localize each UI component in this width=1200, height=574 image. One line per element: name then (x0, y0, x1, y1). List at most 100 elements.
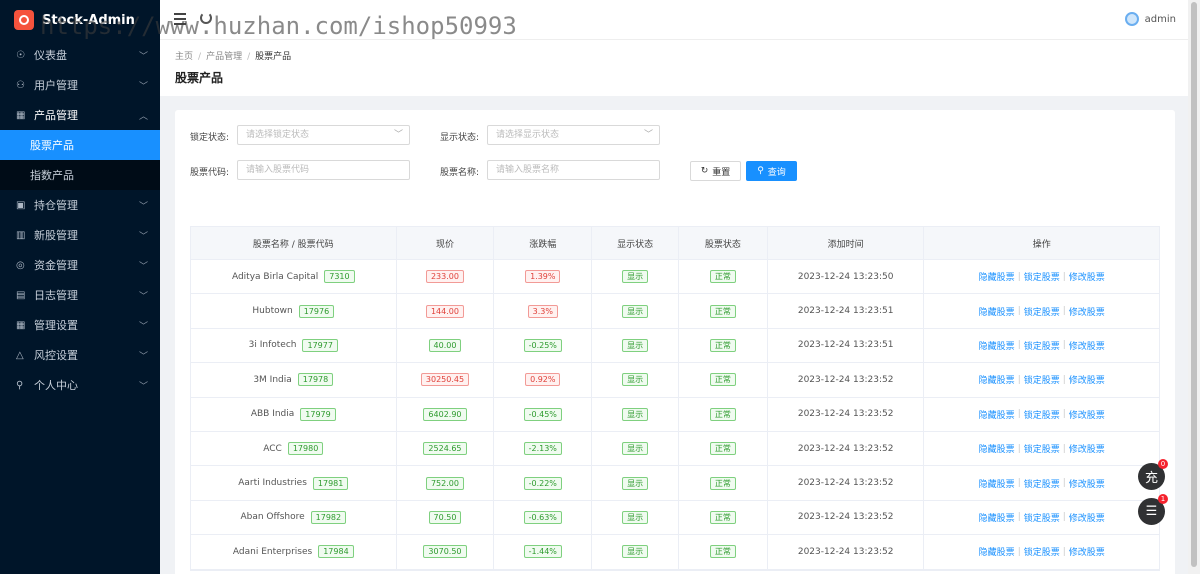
sidebar-item-risk[interactable]: △ 风控设置 ﹀ (0, 340, 160, 370)
user-menu[interactable]: admin (1124, 12, 1176, 26)
price-cell: 40.00 (397, 328, 495, 363)
actions-cell: 隐藏股票 | 锁定股票 | 修改股票 (978, 270, 1105, 284)
sidebar-item-label: 用户管理 (34, 79, 78, 92)
lock-stock-link[interactable]: 锁定股票 (1024, 373, 1060, 386)
added-time-cell: 2023-12-24 13:23:52 (768, 431, 925, 466)
show-status-cell: 显示 (592, 260, 679, 294)
lock-stock-link[interactable]: 锁定股票 (1024, 339, 1060, 352)
query-button[interactable]: ⚲ 查询 (746, 161, 797, 181)
refresh-icon: ↻ (700, 166, 709, 176)
lock-status-placeholder: 请选择锁定状态 (246, 130, 310, 140)
hide-stock-link[interactable]: 隐藏股票 (979, 339, 1015, 352)
added-time-cell: 2023-12-24 13:23:52 (768, 500, 925, 535)
stock-name-cell: ACC 17980 (191, 431, 397, 466)
sidebar-item-logs[interactable]: ▤ 日志管理 ﹀ (0, 280, 160, 310)
edit-stock-link[interactable]: 修改股票 (1069, 511, 1105, 524)
reset-button[interactable]: ↻ 重置 (690, 161, 741, 181)
hide-stock-link[interactable]: 隐藏股票 (979, 477, 1015, 490)
edit-stock-link[interactable]: 修改股票 (1069, 305, 1105, 318)
sidebar-item-profile[interactable]: ⚲ 个人中心 ﹀ (0, 370, 160, 400)
profile-icon: ⚲ (16, 379, 24, 391)
hide-stock-link[interactable]: 隐藏股票 (979, 408, 1015, 421)
stock-name-cell: Aditya Birla Capital 7310 (191, 260, 397, 294)
price-tag: 233.00 (425, 270, 464, 284)
change-cell: 1.39% (494, 260, 593, 294)
table-row: Aban Offshore 17982 70.50 -0.63% 显示 正常 2023-12… (191, 500, 1159, 536)
stock-code-input[interactable]: 请输入股票代码 (237, 160, 410, 180)
lock-stock-link[interactable]: 锁定股票 (1024, 545, 1060, 558)
stock-status-cell: 正常 (679, 397, 768, 431)
hide-stock-link[interactable]: 隐藏股票 (979, 373, 1015, 386)
hide-stock-link[interactable]: 隐藏股票 (979, 270, 1015, 283)
edit-stock-link[interactable]: 修改股票 (1069, 442, 1105, 455)
stock-name-input[interactable]: 请输入股票名称 (487, 160, 660, 180)
change-tag: 3.3% (527, 304, 558, 318)
edit-stock-link[interactable]: 修改股票 (1069, 270, 1105, 283)
show-status-select[interactable]: 请选择显示状态 ﹀ (487, 125, 660, 145)
breadcrumb-parent[interactable]: 产品管理 (206, 52, 242, 62)
edit-stock-link[interactable]: 修改股票 (1069, 373, 1105, 386)
show-status-tag: 显示 (622, 304, 649, 318)
submenu-item-label: 股票产品 (30, 139, 74, 152)
breadcrumb-home[interactable]: 主页 (175, 52, 193, 62)
settings-icon: ▦ (16, 319, 26, 331)
stock-code-tag: 17982 (310, 510, 347, 524)
price-tag: 40.00 (428, 338, 462, 352)
submenu-item[interactable]: 股票产品 (0, 130, 160, 160)
lock-stock-link[interactable]: 锁定股票 (1024, 408, 1060, 421)
chevron-down-icon: ﹀ (138, 261, 148, 272)
stock-code-label: 股票代码: (190, 168, 230, 178)
messages-fab[interactable]: ☰ 1 (1138, 494, 1168, 525)
risk-icon: △ (16, 349, 24, 361)
recharge-badge: 0 (1158, 459, 1168, 469)
sidebar-item-settings[interactable]: ▦ 管理设置 ﹀ (0, 310, 160, 340)
sidebar-item-funds[interactable]: ◎ 资金管理 ﹀ (0, 250, 160, 280)
sidebar-item-ipo[interactable]: ▥ 新股管理 ﹀ (0, 220, 160, 250)
sidebar-item-products[interactable]: ▦ 产品管理 ︿ (0, 100, 160, 130)
stock-code-tag: 17976 (298, 304, 335, 318)
edit-stock-link[interactable]: 修改股票 (1069, 545, 1105, 558)
stock-name-label: 股票名称: (440, 168, 480, 178)
edit-stock-link[interactable]: 修改股票 (1069, 477, 1105, 490)
hide-stock-link[interactable]: 隐藏股票 (979, 545, 1015, 558)
recharge-icon: 充 (1144, 471, 1158, 486)
lock-stock-link[interactable]: 锁定股票 (1024, 442, 1060, 455)
avatar (1124, 12, 1139, 26)
stock-table: 股票名称 / 股票代码 现价 涨跌幅 显示状态 股票状态 添加时间 操作 Aditya Bi… (190, 226, 1160, 571)
lock-stock-link[interactable]: 锁定股票 (1024, 511, 1060, 524)
recharge-fab[interactable]: 充 0 (1138, 459, 1168, 490)
change-tag: -0.45% (523, 407, 562, 421)
lock-status-select[interactable]: 请选择锁定状态 ﹀ (237, 125, 410, 145)
stock-status-cell: 正常 (679, 294, 768, 328)
price-cell: 6402.90 (397, 397, 495, 431)
added-time: 2023-12-24 13:23:51 (797, 306, 894, 317)
hide-stock-link[interactable]: 隐藏股票 (979, 442, 1015, 455)
content-card: 锁定状态: 请选择锁定状态 ﹀ 显示状态: 请选择显示状态 ﹀ 股票代码: 请输… (175, 110, 1175, 574)
sidebar-item-label: 个人中心 (34, 379, 78, 392)
stock-name: Aban Offshore (240, 512, 305, 523)
edit-stock-link[interactable]: 修改股票 (1069, 339, 1105, 352)
change-cell: -1.44% (494, 535, 593, 569)
lock-stock-link[interactable]: 锁定股票 (1024, 477, 1060, 490)
scrollbar-thumb[interactable] (1191, 2, 1197, 567)
sidebar-item-users[interactable]: ⚇ 用户管理 ﹀ (0, 70, 160, 100)
hide-stock-link[interactable]: 隐藏股票 (979, 511, 1015, 524)
table-header: 股票名称 / 股票代码 现价 涨跌幅 显示状态 股票状态 添加时间 操作 (191, 227, 1159, 260)
username: admin (1144, 13, 1176, 25)
lock-stock-link[interactable]: 锁定股票 (1024, 305, 1060, 318)
added-time: 2023-12-24 13:23:50 (797, 271, 894, 282)
lock-stock-link[interactable]: 锁定股票 (1024, 270, 1060, 283)
sidebar-item-dashboard[interactable]: ☉ 仪表盘 ﹀ (0, 40, 160, 70)
price-tag: 70.50 (428, 510, 462, 524)
hide-stock-link[interactable]: 隐藏股票 (979, 305, 1015, 318)
page-scrollbar[interactable] (1188, 0, 1200, 574)
added-time: 2023-12-24 13:23:52 (797, 374, 894, 385)
price-tag: 144.00 (425, 304, 464, 318)
edit-stock-link[interactable]: 修改股票 (1069, 408, 1105, 421)
stock-name-cell: Aarti Industries 17981 (191, 466, 397, 500)
price-tag: 752.00 (425, 476, 464, 490)
submenu-item[interactable]: 指数产品 (0, 160, 160, 190)
sidebar-item-positions[interactable]: ▣ 持仓管理 ﹀ (0, 190, 160, 220)
actions-cell: 隐藏股票 | 锁定股票 | 修改股票 (978, 442, 1105, 456)
chevron-down-icon: ﹀ (138, 231, 148, 242)
